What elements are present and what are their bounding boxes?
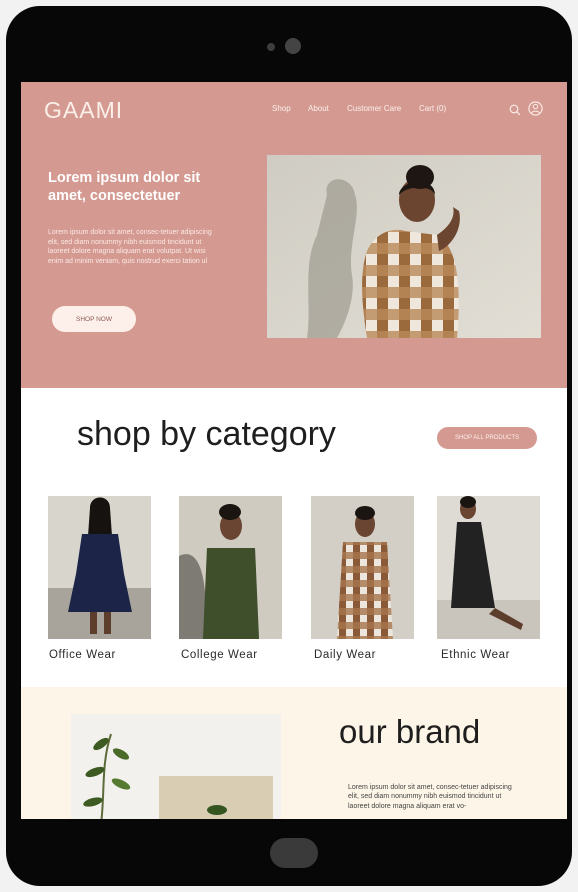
camera-sensor: [267, 43, 275, 51]
search-icon[interactable]: [509, 104, 521, 116]
home-button[interactable]: [270, 838, 318, 868]
category-label-office-wear[interactable]: Office Wear: [49, 649, 116, 661]
hero-model-photo[interactable]: [267, 155, 541, 338]
our-brand-heading: our brand: [339, 713, 481, 750]
category-label-ethnic-wear[interactable]: Ethnic Wear: [441, 649, 510, 661]
website-screen: GAAMI Shop About Customer Care Cart (0) …: [21, 82, 567, 819]
account-icon[interactable]: [528, 101, 543, 116]
our-brand-description: Lorem ipsum dolor sit amet, consec-tetue…: [348, 784, 512, 810]
nav-cart[interactable]: Cart (0): [419, 104, 446, 113]
category-image-ethnic-wear[interactable]: [437, 496, 540, 639]
shop-now-button[interactable]: SHOP NOW: [52, 306, 136, 332]
brand-plant-photo: [71, 714, 281, 819]
brand-logo[interactable]: GAAMI: [44, 97, 123, 124]
hero-title: Lorem ipsum dolor sit amet, consectetuer: [48, 170, 201, 204]
category-label-college-wear[interactable]: College Wear: [181, 649, 258, 661]
hero-section: GAAMI Shop About Customer Care Cart (0) …: [21, 82, 567, 388]
nav-shop[interactable]: Shop: [272, 104, 291, 113]
category-image-daily-wear[interactable]: [311, 496, 414, 639]
nav-customer-care[interactable]: Customer Care: [347, 104, 401, 113]
nav-about[interactable]: About: [308, 104, 329, 113]
category-label-daily-wear[interactable]: Daily Wear: [314, 649, 376, 661]
category-heading: shop by category: [77, 415, 336, 453]
shop-all-products-button[interactable]: SHOP ALL PRODUCTS: [437, 427, 537, 449]
front-camera: [285, 38, 301, 54]
hero-description: Lorem ipsum dolor sit amet, consec-tetue…: [48, 229, 212, 265]
category-image-office-wear[interactable]: [48, 496, 151, 639]
our-brand-section: our brand Lorem ipsum dolor sit amet, co…: [21, 687, 567, 819]
category-image-college-wear[interactable]: [179, 496, 282, 639]
